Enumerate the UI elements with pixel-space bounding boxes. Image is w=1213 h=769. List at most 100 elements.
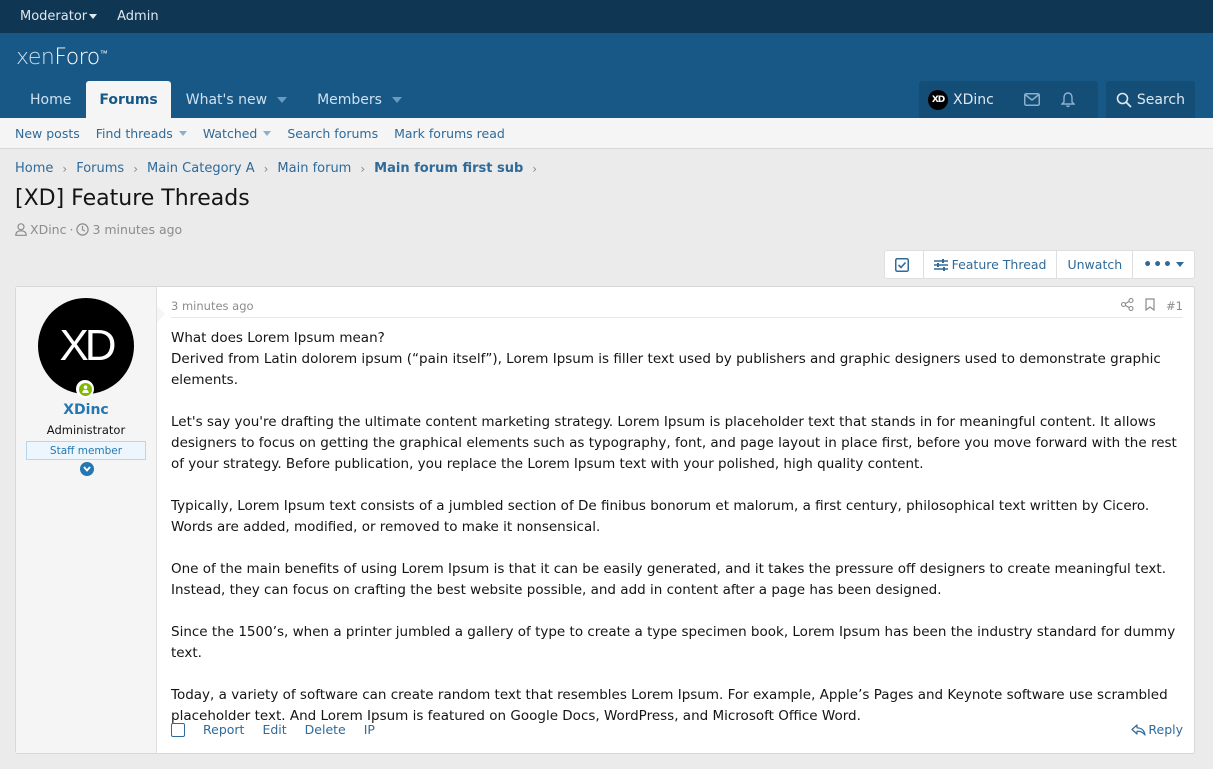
- chevron-down-icon: [83, 466, 91, 472]
- share-icon: [1120, 297, 1134, 312]
- chevron-down-icon[interactable]: [391, 96, 402, 103]
- report-link[interactable]: Report: [203, 722, 244, 737]
- site-header: xenForo™ Home Forums What's new Members …: [0, 33, 1213, 118]
- subnav-find-threads[interactable]: Find threads: [96, 126, 187, 141]
- feature-thread-button[interactable]: Feature Thread: [924, 251, 1058, 278]
- delete-link[interactable]: Delete: [305, 722, 346, 737]
- post-header-actions: #1: [1110, 297, 1183, 314]
- select-thread-button[interactable]: [885, 251, 924, 278]
- search-button[interactable]: Search: [1105, 81, 1195, 118]
- nav-tab-forums[interactable]: Forums: [86, 81, 171, 118]
- nav-user-area: XD XDinc Search: [919, 81, 1195, 118]
- alerts-button[interactable]: [1059, 91, 1077, 109]
- staff-banner: Staff member: [26, 441, 146, 460]
- more-options-button[interactable]: •••: [1133, 251, 1194, 278]
- nav-tab-home[interactable]: Home: [15, 81, 86, 118]
- user-title: Administrator: [46, 423, 126, 437]
- nav-tab-whats-new[interactable]: What's new: [171, 81, 302, 118]
- subnav-new-posts[interactable]: New posts: [15, 126, 80, 141]
- post-header: 3 minutes ago #1: [171, 287, 1183, 318]
- separator-dot: ·: [69, 222, 74, 237]
- moderator-label: Moderator: [20, 9, 88, 24]
- clock-icon: [76, 223, 90, 236]
- post-paragraph: Let's say you're drafting the ultimate c…: [171, 414, 1177, 472]
- envelope-icon: [1023, 93, 1040, 106]
- ip-link[interactable]: IP: [364, 722, 375, 737]
- feature-thread-label: Feature Thread: [951, 257, 1047, 272]
- chevron-down-icon: [178, 130, 187, 136]
- select-post-checkbox[interactable]: [171, 722, 185, 737]
- chevron-right-icon: ›: [133, 161, 139, 176]
- staff-bar: Moderator Admin: [0, 0, 1213, 33]
- chevron-right-icon: ›: [532, 161, 538, 176]
- breadcrumb-main-category-a[interactable]: Main Category A: [147, 161, 255, 176]
- post-question: What does Lorem Ipsum mean?: [171, 330, 385, 346]
- logo-foro: Foro: [54, 45, 100, 70]
- bookmark-button[interactable]: [1145, 298, 1155, 314]
- post-paragraph: Typically, Lorem Ipsum text consists of …: [171, 498, 1150, 535]
- search-icon: [1116, 92, 1132, 108]
- moderator-menu[interactable]: Moderator: [20, 9, 98, 24]
- main-nav: Home Forums What's new Members: [15, 81, 417, 118]
- breadcrumb-forums[interactable]: Forums: [76, 161, 124, 176]
- reply-button[interactable]: Reply: [1131, 722, 1183, 737]
- reply-label: Reply: [1148, 722, 1183, 737]
- chevron-right-icon: ›: [360, 161, 366, 176]
- chevron-right-icon: ›: [62, 161, 68, 176]
- subnav-label: New posts: [15, 125, 80, 141]
- page-title: [XD] Feature Threads: [15, 186, 250, 211]
- thread-action-bar: Feature Thread Unwatch •••: [883, 250, 1195, 279]
- subnav-label: Search forums: [287, 125, 379, 141]
- user-icon: [15, 223, 27, 236]
- account-link[interactable]: XD XDinc: [928, 89, 1014, 110]
- post-footer: Report Edit Delete IP Reply: [171, 722, 1183, 737]
- chevron-right-icon: ›: [263, 161, 269, 176]
- nav-tab-label: Members: [317, 91, 382, 108]
- bell-icon: [1060, 91, 1075, 107]
- post-user-panel: XD XDinc Administrator Staff member: [16, 287, 165, 753]
- more-icon: •••: [1143, 256, 1173, 273]
- subnav-search-forums[interactable]: Search forums: [287, 126, 378, 141]
- unwatch-button[interactable]: Unwatch: [1057, 251, 1134, 278]
- post-number[interactable]: #1: [1166, 299, 1183, 313]
- breadcrumb-main-forum[interactable]: Main forum: [277, 161, 351, 176]
- post-paragraph: Since the 1500’s, when a printer jumbled…: [171, 624, 1176, 661]
- subnav-watched[interactable]: Watched: [203, 126, 272, 141]
- post-paragraph: One of the main benefits of using Lorem …: [171, 561, 1166, 598]
- search-label: Search: [1136, 91, 1185, 108]
- sliders-icon: [933, 258, 948, 271]
- caret-down-icon: [89, 14, 98, 19]
- account-name: XDinc: [953, 91, 994, 108]
- post-paragraph: Today, a variety of software can create …: [171, 687, 1168, 724]
- unwatch-label: Unwatch: [1067, 257, 1123, 272]
- chevron-down-icon: [263, 130, 272, 136]
- share-button[interactable]: [1120, 297, 1134, 314]
- post-main: 3 minutes ago #1 What does Lorem Ipsum m…: [157, 287, 1194, 753]
- online-status-badge: [76, 380, 94, 398]
- post-username[interactable]: XDinc: [16, 402, 156, 418]
- caret-down-icon: [1176, 262, 1184, 267]
- site-logo[interactable]: xenForo™: [16, 45, 108, 70]
- expand-user-info-button[interactable]: [80, 462, 94, 476]
- subnav-label: Watched: [202, 125, 258, 141]
- chevron-down-icon[interactable]: [277, 96, 288, 103]
- edit-link[interactable]: Edit: [262, 722, 286, 737]
- thread-author[interactable]: XDinc: [30, 222, 66, 237]
- thread-time[interactable]: 3 minutes ago: [92, 222, 182, 237]
- post-time[interactable]: 3 minutes ago: [171, 299, 254, 313]
- subnav-label: Mark forums read: [394, 125, 505, 141]
- nav-tab-members[interactable]: Members: [302, 81, 417, 118]
- admin-link[interactable]: Admin: [117, 9, 158, 24]
- breadcrumb-main-forum-first-sub[interactable]: Main forum first sub: [374, 161, 523, 176]
- bookmark-icon: [1145, 298, 1155, 312]
- thread-meta: XDinc · 3 minutes ago: [15, 222, 182, 237]
- subnav-label: Find threads: [95, 125, 173, 141]
- online-user-icon: [78, 382, 92, 396]
- nav-tab-label: Forums: [99, 91, 158, 108]
- inbox-button[interactable]: [1023, 91, 1041, 109]
- breadcrumb-home[interactable]: Home: [15, 161, 53, 176]
- post: XD XDinc Administrator Staff member 3 mi…: [15, 286, 1195, 754]
- post-paragraph: Derived from Latin dolorem ipsum (“pain …: [171, 351, 1161, 388]
- post-footer-actions: Report Edit Delete IP: [171, 722, 393, 737]
- subnav-mark-forums-read[interactable]: Mark forums read: [394, 126, 505, 141]
